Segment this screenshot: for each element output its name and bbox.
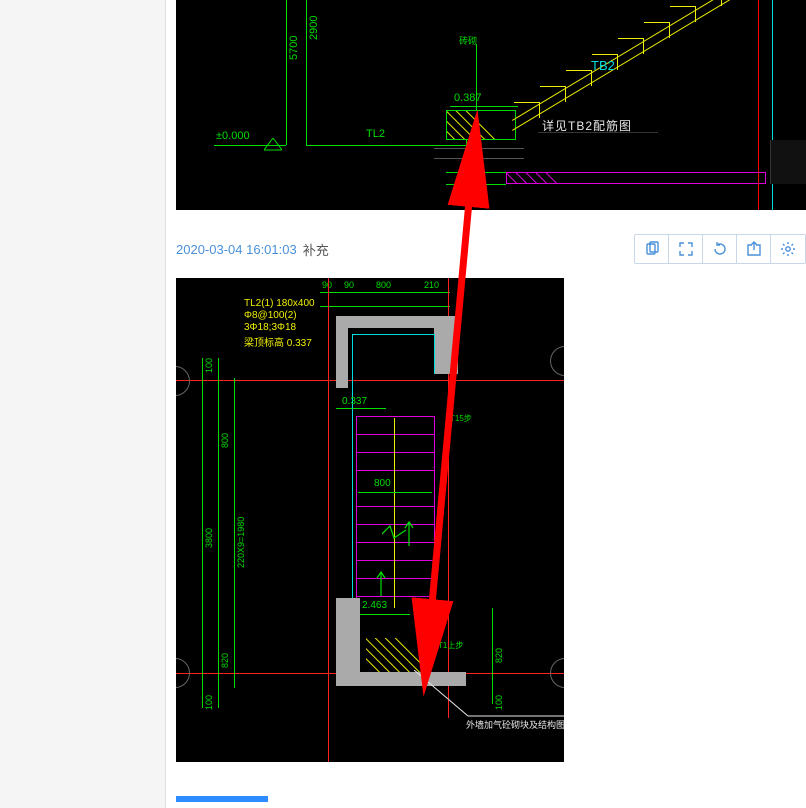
dim-2463: 2.463	[362, 600, 387, 611]
cad-image-1: 5700 2900 ±0.000 TL2 0.387	[176, 0, 806, 210]
label-brick: 砖砌	[459, 34, 477, 47]
cad-image-2: TL2(1) 180x400 Φ8@100(2) 3Φ18;3Φ18 梁顶标高 …	[176, 278, 564, 762]
timestamp-suffix: 补充	[303, 240, 329, 259]
rotate-button[interactable]	[703, 235, 737, 263]
label-t1: T1上步	[438, 640, 463, 651]
expand-icon	[678, 241, 694, 257]
dim-800b: 800	[220, 433, 230, 448]
elev-zero: ±0.000	[216, 130, 250, 142]
gear-icon	[780, 241, 796, 257]
dim-820b: 820	[494, 648, 504, 663]
left-sidebar	[0, 0, 166, 808]
copy-icon	[644, 241, 660, 257]
label-t15: T15步	[450, 413, 472, 424]
dim-100a: 100	[204, 358, 214, 373]
label-tl2: TL2	[366, 128, 385, 140]
expand-button[interactable]	[669, 235, 703, 263]
dim-800c: 800	[374, 478, 391, 489]
dim-820a: 820	[220, 653, 230, 668]
dim-210: 210	[424, 280, 439, 290]
timestamp: 2020-03-04 16:01:03	[176, 242, 297, 257]
dim-5700: 5700	[288, 36, 300, 60]
spec-line3: 3Φ18;3Φ18	[244, 322, 296, 333]
image-meta-row: 2020-03-04 16:01:03 补充	[176, 234, 806, 264]
bottom-accent	[176, 796, 268, 802]
main-column: 5700 2900 ±0.000 TL2 0.387	[166, 0, 806, 808]
rotate-icon	[712, 241, 728, 257]
share-button[interactable]	[737, 235, 771, 263]
spec-line4: 梁顶标高 0.337	[244, 334, 312, 349]
dim-220x9: 220X9=1980	[236, 517, 246, 568]
copy-button[interactable]	[635, 235, 669, 263]
dim-3800: 3800	[204, 528, 214, 548]
dim-90a: 90	[322, 280, 332, 290]
dim-0387: 0.387	[454, 92, 482, 104]
note-wall: 外墙加气砼砌块及结构图	[466, 718, 564, 731]
settings-button[interactable]	[771, 235, 805, 263]
share-icon	[746, 241, 762, 257]
dim-800a: 800	[376, 280, 391, 290]
image-toolbar	[634, 234, 806, 264]
label-tb2: TB2	[591, 58, 615, 73]
dim-2900: 2900	[308, 16, 320, 40]
spec-line1: TL2(1) 180x400	[244, 298, 315, 309]
dim-100b: 100	[204, 695, 214, 710]
dim-0337: 0.337	[342, 396, 367, 407]
spec-line2: Φ8@100(2)	[244, 310, 297, 321]
dim-90b: 90	[344, 280, 354, 290]
